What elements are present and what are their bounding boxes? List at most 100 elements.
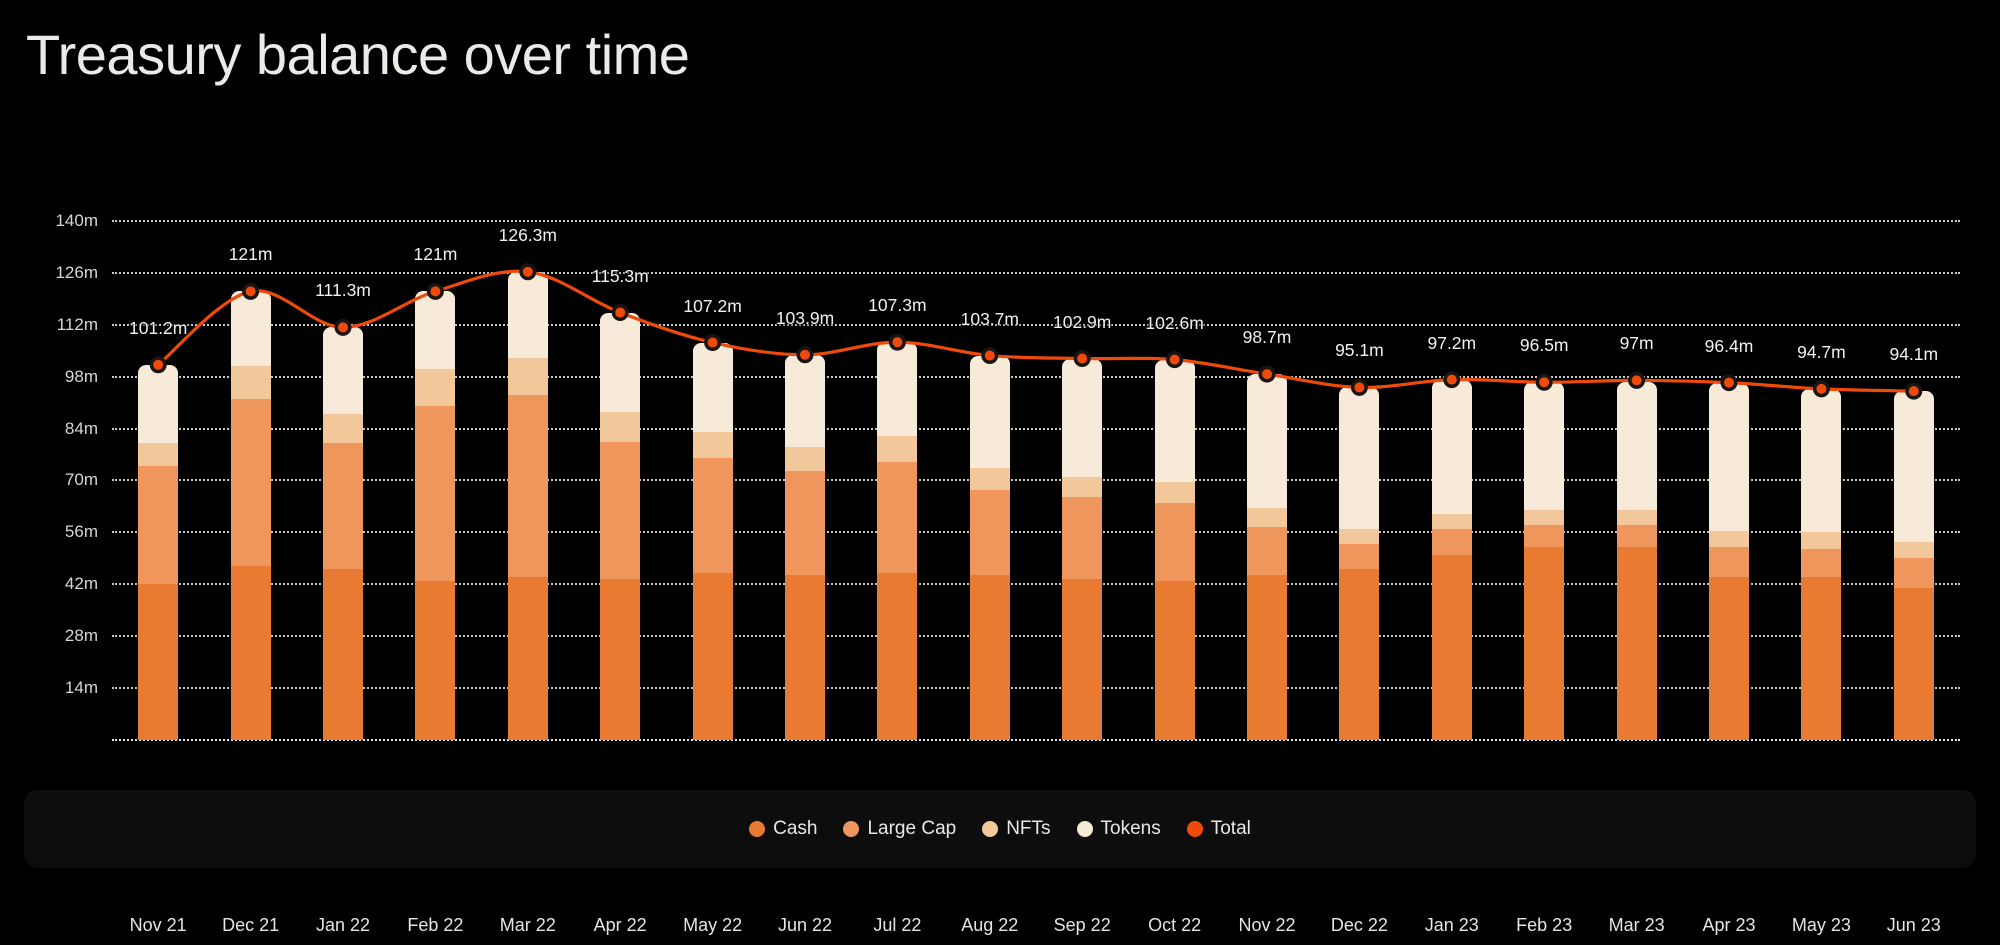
bar-segment-cash xyxy=(785,575,825,740)
bar-column[interactable] xyxy=(1524,382,1565,740)
x-axis-tick-label: Jun 23 xyxy=(1886,915,1941,935)
data-value-label: 101.2m xyxy=(129,317,188,338)
bar-segment-nfts xyxy=(415,369,456,407)
x-axis-tick-label: Nov 22 xyxy=(1238,915,1296,935)
bar-column[interactable] xyxy=(415,291,456,740)
bar-segment-cash xyxy=(1339,569,1380,740)
bar-column[interactable] xyxy=(969,355,1010,740)
data-value-label: 107.3m xyxy=(868,295,927,316)
x-axis-tick-label: Jul 22 xyxy=(873,915,922,935)
bar-column[interactable] xyxy=(323,327,363,740)
legend-dot-icon xyxy=(749,821,766,837)
data-value-label: 95.1m xyxy=(1335,340,1384,361)
bar-column[interactable] xyxy=(1616,382,1657,740)
x-axis-labels: Nov 21 Dec 21 Jan 22 Feb 22 Mar 22 Apr 22 May … xyxy=(112,915,1960,945)
y-axis-tick-label: 70m xyxy=(64,470,98,490)
bar-segment-cash xyxy=(1616,547,1657,740)
data-value-label: 98.7m xyxy=(1242,327,1292,348)
y-axis-tick-label: 126m xyxy=(55,262,98,282)
bar-segment-tokens xyxy=(969,355,1010,468)
bar-column[interactable] xyxy=(230,291,271,740)
bar-segment-cash xyxy=(877,573,918,740)
data-value-label: 126.3m xyxy=(498,224,557,245)
bar-segment-cash xyxy=(1247,575,1287,740)
x-axis-tick-label: Oct 22 xyxy=(1148,915,1202,935)
bar-segment-large-cap xyxy=(323,443,363,570)
bar-column[interactable] xyxy=(1247,374,1287,740)
bar-column[interactable] xyxy=(1801,388,1842,740)
bar-segment-large-cap xyxy=(138,465,179,585)
bar-segment-nfts xyxy=(600,411,641,442)
bar-segment-tokens xyxy=(1801,388,1842,533)
bar-segment-large-cap xyxy=(785,471,825,576)
bar-column[interactable] xyxy=(138,364,179,740)
bar-segment-tokens xyxy=(507,271,548,359)
bar-segment-tokens xyxy=(1524,382,1565,511)
bar-segment-nfts xyxy=(877,436,918,462)
y-axis-tick-label: 84m xyxy=(64,418,98,438)
bar-segment-cash xyxy=(230,565,271,740)
bar-segment-nfts xyxy=(1616,510,1657,525)
bar-segment-cash xyxy=(600,578,641,740)
bar-column[interactable] xyxy=(1709,382,1749,740)
bar-segment-nfts xyxy=(1801,532,1842,550)
bar-segment-nfts xyxy=(138,443,179,466)
data-value-label: 94.7m xyxy=(1797,341,1846,362)
bar-segment-cash xyxy=(1431,554,1472,740)
bar-column[interactable] xyxy=(1154,359,1195,740)
bar-segment-nfts xyxy=(1339,528,1380,544)
bar-segment-tokens xyxy=(600,312,641,412)
legend-item-label: NFTs xyxy=(1006,818,1051,839)
data-value-label: 102.6m xyxy=(1145,312,1204,333)
legend-item-cash[interactable]: Cash xyxy=(749,818,817,840)
legend-item-large-cap[interactable]: Large Cap xyxy=(843,818,956,840)
bar-segment-cash xyxy=(138,584,179,740)
legend-dot-icon xyxy=(1076,821,1093,837)
bar-segment-large-cap xyxy=(600,441,641,579)
bar-column[interactable] xyxy=(600,312,641,740)
bar-column[interactable] xyxy=(877,342,918,740)
bar-segment-tokens xyxy=(1616,382,1657,511)
bar-segment-cash xyxy=(692,573,733,740)
bar-segment-tokens xyxy=(1154,359,1195,483)
bar-segment-cash xyxy=(969,575,1010,740)
legend-item-nfts[interactable]: NFTs xyxy=(982,818,1051,840)
bar-segment-large-cap xyxy=(1801,549,1842,577)
data-value-label: 107.2m xyxy=(683,295,742,316)
bar-segment-tokens xyxy=(1339,387,1380,529)
data-value-label: 121m xyxy=(413,244,458,265)
bar-segment-large-cap xyxy=(415,406,456,581)
bar-segment-tokens xyxy=(1247,374,1287,509)
bar-segment-large-cap xyxy=(1709,547,1749,577)
bar-series-layer xyxy=(112,195,1960,740)
bar-segment-cash xyxy=(1524,547,1565,740)
legend-dot-icon xyxy=(982,821,999,837)
bar-segment-tokens xyxy=(877,342,918,437)
bar-column[interactable] xyxy=(1339,387,1380,740)
x-axis-tick-label: Sep 22 xyxy=(1053,915,1111,935)
bar-segment-large-cap xyxy=(1431,528,1472,555)
data-value-label: 97.2m xyxy=(1427,332,1477,353)
x-axis-tick-label: Dec 21 xyxy=(222,915,280,935)
bar-column[interactable] xyxy=(785,354,825,740)
y-axis-tick-label: 140m xyxy=(55,210,98,230)
bar-segment-large-cap xyxy=(877,461,918,574)
bar-column[interactable] xyxy=(692,342,733,740)
x-axis-tick-label: Nov 21 xyxy=(129,915,187,935)
bar-segment-tokens xyxy=(692,342,733,433)
data-value-label: 97m xyxy=(1619,333,1654,354)
bar-column[interactable] xyxy=(1893,391,1934,740)
data-value-label: 111.3m xyxy=(315,280,371,301)
legend-item-tokens[interactable]: Tokens xyxy=(1076,818,1161,840)
y-axis-tick-label: 56m xyxy=(64,522,98,542)
bar-segment-nfts xyxy=(1709,530,1749,548)
bar-column[interactable] xyxy=(1431,379,1472,740)
bar-segment-nfts xyxy=(785,447,825,472)
data-value-label: 103.7m xyxy=(960,308,1019,329)
bar-column[interactable] xyxy=(1062,358,1103,740)
bar-segment-large-cap xyxy=(1247,526,1287,576)
bar-column[interactable] xyxy=(507,271,548,740)
x-axis-tick-label: Jun 22 xyxy=(777,915,833,935)
legend-item-total[interactable]: Total xyxy=(1186,818,1251,840)
bar-segment-tokens xyxy=(785,354,825,448)
